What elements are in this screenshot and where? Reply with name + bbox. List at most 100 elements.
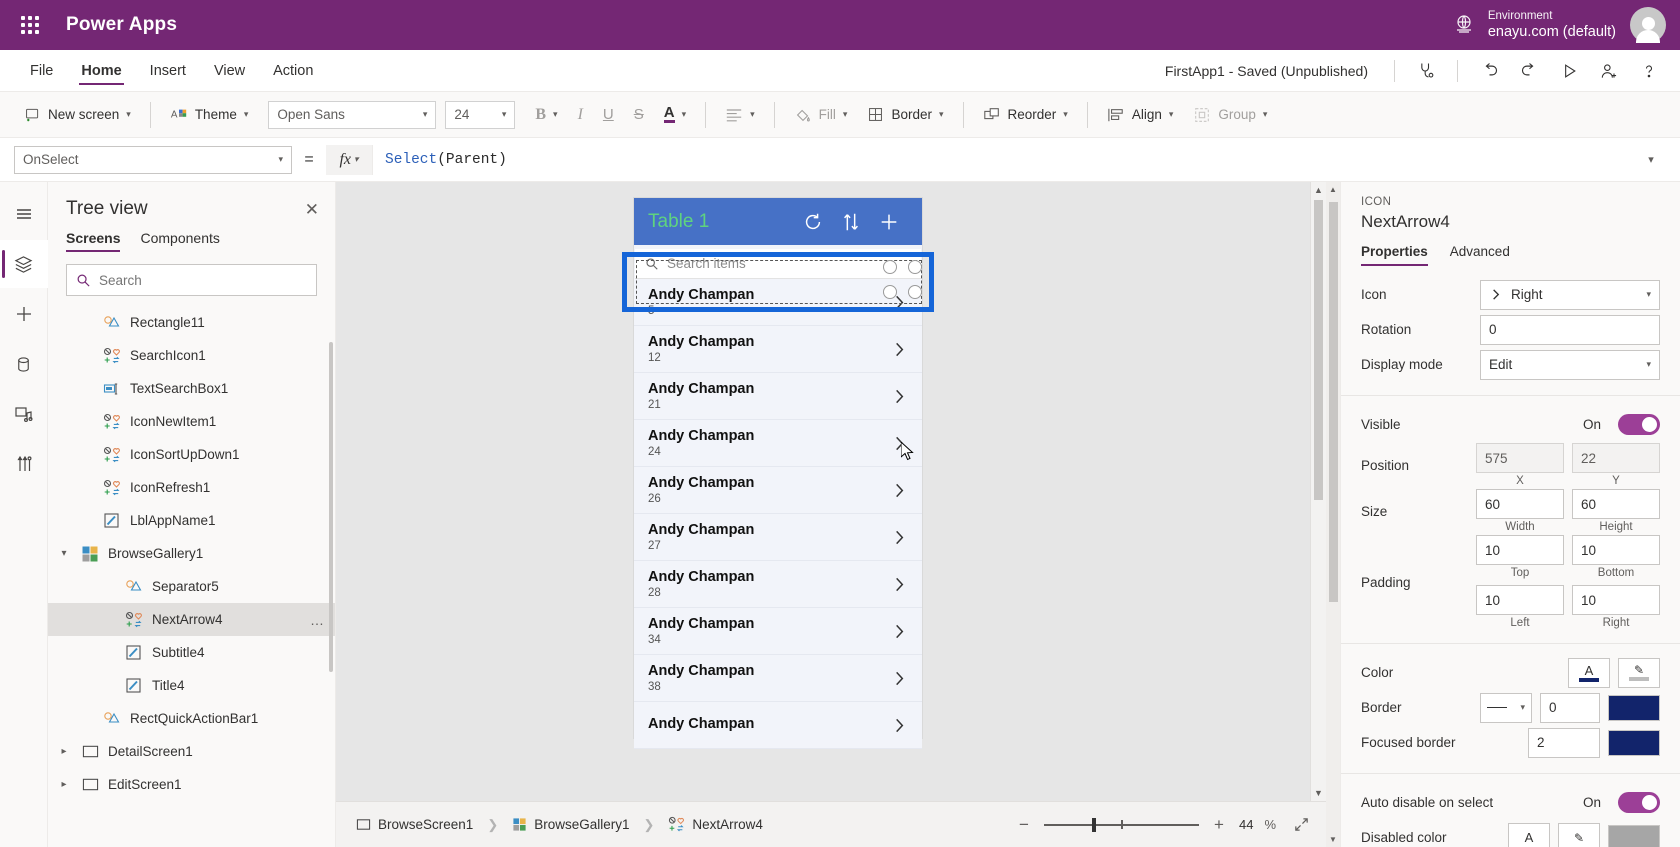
font-color-button[interactable]: A ▾ [654, 100, 696, 130]
size-width-input[interactable]: 60 [1476, 489, 1564, 519]
redo-icon[interactable] [1510, 55, 1548, 87]
fill-color-button[interactable]: ✎ [1618, 657, 1660, 688]
italic-button[interactable]: I [568, 100, 593, 130]
zoom-slider-thumb[interactable] [1092, 817, 1097, 832]
padding-bottom-input[interactable]: 10 [1572, 535, 1660, 565]
chevron-right-icon[interactable] [891, 670, 908, 687]
tree-item-iconrefresh1[interactable]: IconRefresh1 [48, 471, 335, 504]
border-color-swatch[interactable] [1608, 694, 1660, 721]
tab-properties[interactable]: Properties [1361, 244, 1428, 266]
media-icon[interactable] [0, 390, 48, 438]
environment-picker[interactable]: Environment enayu.com (default) [1452, 9, 1616, 42]
chevron-right-icon[interactable] [891, 529, 908, 546]
gallery-item[interactable]: Andy Champan 27 [634, 514, 922, 561]
scroll-down-icon[interactable]: ▼ [1326, 835, 1340, 844]
scrollbar-thumb[interactable] [1314, 200, 1323, 500]
tree-item-title4[interactable]: Title4 [48, 669, 335, 702]
fit-to-screen-icon[interactable] [1293, 816, 1310, 833]
tree-item-iconnewitem1[interactable]: IconNewItem1 [48, 405, 335, 438]
strikethrough-button[interactable]: S [624, 100, 654, 130]
gallery-item[interactable]: Andy Champan 26 [634, 467, 922, 514]
padding-left-input[interactable]: 10 [1476, 585, 1564, 615]
close-icon[interactable]: ✕ [305, 201, 319, 218]
tree-item-more-options[interactable]: … [310, 612, 325, 628]
padding-top-input[interactable]: 10 [1476, 535, 1564, 565]
add-new-icon[interactable] [870, 211, 908, 233]
scroll-down-icon[interactable]: ▼ [1314, 785, 1323, 801]
position-x-input[interactable]: 575 [1476, 443, 1564, 473]
tab-screens[interactable]: Screens [66, 230, 121, 252]
breadcrumb-item-control[interactable]: NextArrow4 [664, 816, 767, 833]
hamburger-menu-icon[interactable] [0, 190, 48, 238]
theme-button[interactable]: A Theme ▾ [160, 100, 259, 130]
formula-expand-icon[interactable]: ▾ [1636, 153, 1666, 166]
new-screen-button[interactable]: New screen ▾ [14, 100, 141, 130]
chevron-right-icon[interactable] [891, 482, 908, 499]
gallery-item[interactable]: Andy Champan 28 [634, 561, 922, 608]
tree-item-editscreen1[interactable]: ▸ EditScreen1 [48, 768, 335, 801]
chevron-right-icon[interactable]: ▸ [56, 746, 72, 757]
menu-home[interactable]: Home [67, 50, 135, 91]
scroll-up-icon[interactable]: ▲ [1314, 182, 1323, 198]
gallery-item[interactable]: Andy Champan 24 [634, 420, 922, 467]
tree-item-nextarrow4[interactable]: NextArrow4… [48, 603, 335, 636]
zoom-in-button[interactable]: + [1210, 815, 1228, 835]
menu-insert[interactable]: Insert [136, 50, 200, 91]
tab-components[interactable]: Components [140, 230, 219, 252]
menu-action[interactable]: Action [259, 50, 327, 91]
disabled-color-swatch[interactable] [1608, 824, 1660, 847]
advanced-tools-icon[interactable] [0, 440, 48, 488]
menu-view[interactable]: View [200, 50, 259, 91]
breadcrumb-item-gallery[interactable]: BrowseGallery1 [508, 817, 633, 832]
tree-item-searchicon1[interactable]: SearchIcon1 [48, 339, 335, 372]
app-search-box[interactable]: Search items [635, 249, 921, 279]
chevron-right-icon[interactable]: ▸ [56, 779, 72, 790]
play-preview-icon[interactable] [1550, 55, 1588, 87]
canvas-vertical-scrollbar[interactable]: ▲ ▼ [1310, 182, 1326, 801]
rotation-input[interactable]: 0 [1480, 314, 1660, 345]
search-input[interactable] [99, 272, 307, 288]
gallery-item[interactable]: Andy Champan 38 [634, 655, 922, 702]
tree-item-iconsortupdown1[interactable]: IconSortUpDown1 [48, 438, 335, 471]
tree-item-detailscreen1[interactable]: ▸ DetailScreen1 [48, 735, 335, 768]
gallery-item[interactable]: Andy Champan 34 [634, 608, 922, 655]
tree-item-browsegallery1[interactable]: ▾ BrowseGallery1 [48, 537, 335, 570]
padding-right-input[interactable]: 10 [1572, 585, 1660, 615]
chevron-right-icon[interactable] [891, 294, 908, 311]
bold-button[interactable]: B ▾ [525, 100, 567, 130]
underline-button[interactable]: U [593, 100, 624, 130]
size-height-input[interactable]: 60 [1572, 489, 1660, 519]
align-group-button[interactable]: Align ▾ [1097, 100, 1184, 130]
chevron-right-icon[interactable] [891, 623, 908, 640]
tree-item-lblappname1[interactable]: LblAppName1 [48, 504, 335, 537]
chevron-right-icon[interactable] [891, 388, 908, 405]
sort-icon[interactable] [832, 211, 870, 233]
chevron-right-icon[interactable] [891, 341, 908, 358]
tree-view-layers-icon[interactable] [0, 240, 48, 288]
icon-select[interactable]: Right ▾ [1480, 279, 1660, 310]
align-button[interactable]: ▾ [715, 100, 765, 130]
auto-disable-toggle[interactable] [1618, 792, 1660, 813]
chevron-right-icon[interactable] [891, 717, 908, 734]
chevron-down-icon[interactable]: ▾ [56, 548, 72, 559]
focused-border-color-swatch[interactable] [1608, 729, 1660, 756]
border-width-input[interactable]: 0 [1540, 692, 1600, 723]
tree-search-box[interactable] [66, 264, 317, 296]
group-button[interactable]: Group ▾ [1183, 100, 1277, 130]
property-select[interactable]: OnSelect ▾ [14, 145, 292, 174]
zoom-slider[interactable] [1043, 817, 1199, 833]
zoom-out-button[interactable]: − [1015, 815, 1033, 835]
tree-item-rectquickactionbar1[interactable]: RectQuickActionBar1 [48, 702, 335, 735]
disabled-text-color-button[interactable]: A [1508, 822, 1550, 847]
font-family-select[interactable]: Open Sans ▾ [268, 100, 437, 129]
scrollbar-thumb[interactable] [1329, 202, 1338, 602]
fx-button[interactable]: fx ▾ [326, 144, 372, 175]
gallery-item[interactable]: Andy Champan 5 [634, 279, 922, 326]
avatar[interactable] [1630, 7, 1666, 43]
gallery-item[interactable]: Andy Champan 21 [634, 373, 922, 420]
waffle-grid-icon[interactable] [10, 5, 50, 45]
tree-item-subtitle4[interactable]: Subtitle4 [48, 636, 335, 669]
menu-file[interactable]: File [16, 50, 67, 91]
app-checker-icon[interactable] [1407, 55, 1445, 87]
tree-item-separator5[interactable]: Separator5 [48, 570, 335, 603]
